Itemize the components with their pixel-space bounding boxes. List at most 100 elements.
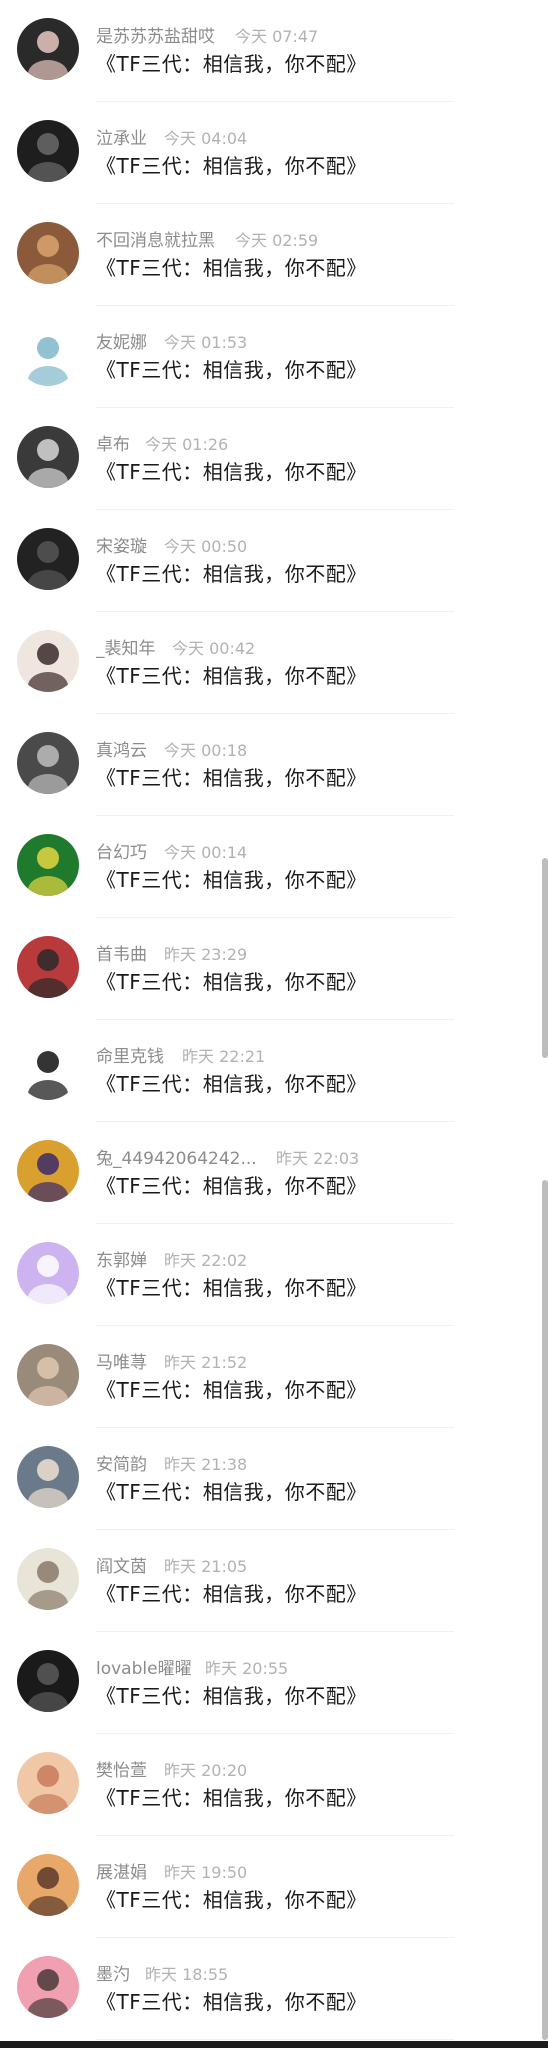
commenter-name[interactable]: 命里克钱 bbox=[96, 1042, 164, 1067]
commenter-name[interactable]: 卓布 bbox=[96, 430, 130, 455]
commenter-name[interactable]: 宋姿璇 bbox=[96, 532, 147, 557]
comment-row[interactable]: 真鸿云 今天 00:18 《TF三代：相信我，你不配》 bbox=[0, 714, 548, 816]
comment-row[interactable]: 樊怡萱 昨天 20:20 《TF三代：相信我，你不配》 bbox=[0, 1734, 548, 1836]
comment-time: 昨天 22:21 bbox=[182, 1047, 266, 1066]
commenter-name[interactable]: 兔_44942064242... bbox=[96, 1144, 257, 1169]
comment-time: 昨天 20:55 bbox=[205, 1659, 289, 1678]
comment-text: 《TF三代：相信我，你不配》 bbox=[96, 1582, 367, 1606]
comment-text: 《TF三代：相信我，你不配》 bbox=[96, 1480, 367, 1504]
comment-text: 《TF三代：相信我，你不配》 bbox=[96, 562, 367, 586]
comment-time: 昨天 22:03 bbox=[276, 1149, 360, 1168]
comment-text: 《TF三代：相信我，你不配》 bbox=[96, 1174, 367, 1198]
comment-row[interactable]: lovable曜曜 昨天 20:55 《TF三代：相信我，你不配》 bbox=[0, 1632, 548, 1734]
avatar[interactable] bbox=[17, 834, 79, 896]
commenter-name[interactable]: 展湛娟 bbox=[96, 1858, 147, 1883]
avatar[interactable] bbox=[17, 120, 79, 182]
commenter-name[interactable]: lovable曜曜 bbox=[96, 1654, 192, 1679]
commenter-name[interactable]: 东郭婵 bbox=[96, 1246, 147, 1271]
avatar[interactable] bbox=[17, 1344, 79, 1406]
commenter-name[interactable]: 真鸿云 bbox=[96, 736, 147, 761]
avatar[interactable] bbox=[17, 936, 79, 998]
divider bbox=[96, 2039, 454, 2040]
comment-row[interactable]: 墨汋 昨天 18:55 《TF三代：相信我，你不配》 bbox=[0, 1938, 548, 2040]
comment-row[interactable]: 泣承业 今天 04:04 《TF三代：相信我，你不配》 bbox=[0, 102, 548, 204]
comment-row[interactable]: 卓布 今天 01:26 《TF三代：相信我，你不配》 bbox=[0, 408, 548, 510]
comment-row[interactable]: 兔_44942064242... 昨天 22:03 《TF三代：相信我，你不配》 bbox=[0, 1122, 548, 1224]
comment-time: 今天 07:47 bbox=[235, 27, 319, 46]
commenter-name[interactable]: 是苏苏苏盐甜哎 bbox=[96, 22, 215, 47]
bottom-edge bbox=[0, 2041, 548, 2048]
commenter-name[interactable]: 友妮娜 bbox=[96, 328, 147, 353]
avatar[interactable] bbox=[17, 1548, 79, 1610]
commenter-name[interactable]: 不回消息就拉黑 bbox=[96, 226, 215, 251]
commenter-name[interactable]: 阎文茵 bbox=[96, 1552, 147, 1577]
comment-time: 昨天 23:29 bbox=[164, 945, 248, 964]
comment-time: 今天 01:53 bbox=[164, 333, 248, 352]
avatar[interactable] bbox=[17, 528, 79, 590]
avatar[interactable] bbox=[17, 1446, 79, 1508]
comment-text: 《TF三代：相信我，你不配》 bbox=[96, 1684, 367, 1708]
comment-row[interactable]: 首韦曲 昨天 23:29 《TF三代：相信我，你不配》 bbox=[0, 918, 548, 1020]
commenter-name[interactable]: 台幻巧 bbox=[96, 838, 147, 863]
avatar[interactable] bbox=[17, 1140, 79, 1202]
comment-text: 《TF三代：相信我，你不配》 bbox=[96, 358, 367, 382]
comment-text: 《TF三代：相信我，你不配》 bbox=[96, 1990, 367, 2014]
commenter-name[interactable]: 安简韵 bbox=[96, 1450, 147, 1475]
comment-text: 《TF三代：相信我，你不配》 bbox=[96, 1378, 367, 1402]
comment-row[interactable]: 安简韵 昨天 21:38 《TF三代：相信我，你不配》 bbox=[0, 1428, 548, 1530]
comment-row[interactable]: 宋姿璇 今天 00:50 《TF三代：相信我，你不配》 bbox=[0, 510, 548, 612]
comment-time: 昨天 22:02 bbox=[164, 1251, 248, 1270]
commenter-name[interactable]: 马唯荨 bbox=[96, 1348, 147, 1373]
comment-time: 今天 00:14 bbox=[164, 843, 248, 862]
comment-time: 昨天 18:55 bbox=[145, 1965, 229, 1984]
avatar[interactable] bbox=[17, 426, 79, 488]
comment-time: 今天 04:04 bbox=[164, 129, 248, 148]
avatar[interactable] bbox=[17, 630, 79, 692]
comment-row[interactable]: 东郭婵 昨天 22:02 《TF三代：相信我，你不配》 bbox=[0, 1224, 548, 1326]
commenter-name[interactable]: 泣承业 bbox=[96, 124, 147, 149]
comment-text: 《TF三代：相信我，你不配》 bbox=[96, 1276, 367, 1300]
comment-row[interactable]: 展湛娟 昨天 19:50 《TF三代：相信我，你不配》 bbox=[0, 1836, 548, 1938]
avatar[interactable] bbox=[17, 1854, 79, 1916]
comment-time: 昨天 21:38 bbox=[164, 1455, 248, 1474]
avatar[interactable] bbox=[17, 222, 79, 284]
avatar[interactable] bbox=[17, 1752, 79, 1814]
scrollbar-upper[interactable] bbox=[542, 858, 548, 1058]
comment-time: 今天 00:50 bbox=[164, 537, 248, 556]
comment-time: 今天 02:59 bbox=[235, 231, 319, 250]
comment-text: 《TF三代：相信我，你不配》 bbox=[96, 970, 367, 994]
comment-text: 《TF三代：相信我，你不配》 bbox=[96, 256, 367, 280]
comment-list[interactable]: 是苏苏苏盐甜哎 今天 07:47 《TF三代：相信我，你不配》 泣承业 今天 04:04… bbox=[0, 0, 548, 2040]
avatar[interactable] bbox=[17, 324, 79, 386]
commenter-name[interactable]: 墨汋 bbox=[96, 1960, 130, 1985]
commenter-name[interactable]: 樊怡萱 bbox=[96, 1756, 147, 1781]
comment-row[interactable]: 台幻巧 今天 00:14 《TF三代：相信我，你不配》 bbox=[0, 816, 548, 918]
comment-text: 《TF三代：相信我，你不配》 bbox=[96, 460, 367, 484]
avatar[interactable] bbox=[17, 1038, 79, 1100]
comment-text: 《TF三代：相信我，你不配》 bbox=[96, 868, 367, 892]
comment-row[interactable]: 是苏苏苏盐甜哎 今天 07:47 《TF三代：相信我，你不配》 bbox=[0, 0, 548, 102]
avatar[interactable] bbox=[17, 1242, 79, 1304]
scrollbar-lower[interactable] bbox=[542, 1180, 548, 2040]
commenter-name[interactable]: 首韦曲 bbox=[96, 940, 147, 965]
comment-text: 《TF三代：相信我，你不配》 bbox=[96, 154, 367, 178]
comment-text: 《TF三代：相信我，你不配》 bbox=[96, 766, 367, 790]
avatar[interactable] bbox=[17, 1956, 79, 2018]
avatar[interactable] bbox=[17, 1650, 79, 1712]
commenter-name[interactable]: _裴知年 bbox=[96, 634, 156, 659]
comment-row[interactable]: 友妮娜 今天 01:53 《TF三代：相信我，你不配》 bbox=[0, 306, 548, 408]
comment-text: 《TF三代：相信我，你不配》 bbox=[96, 664, 367, 688]
comment-row[interactable]: 命里克钱 昨天 22:21 《TF三代：相信我，你不配》 bbox=[0, 1020, 548, 1122]
comment-time: 昨天 21:52 bbox=[164, 1353, 248, 1372]
comment-time: 昨天 20:20 bbox=[164, 1761, 248, 1780]
comment-row[interactable]: _裴知年 今天 00:42 《TF三代：相信我，你不配》 bbox=[0, 612, 548, 714]
comment-text: 《TF三代：相信我，你不配》 bbox=[96, 1888, 367, 1912]
comment-row[interactable]: 不回消息就拉黑 今天 02:59 《TF三代：相信我，你不配》 bbox=[0, 204, 548, 306]
comment-row[interactable]: 马唯荨 昨天 21:52 《TF三代：相信我，你不配》 bbox=[0, 1326, 548, 1428]
comment-row[interactable]: 阎文茵 昨天 21:05 《TF三代：相信我，你不配》 bbox=[0, 1530, 548, 1632]
comment-text: 《TF三代：相信我，你不配》 bbox=[96, 1072, 367, 1096]
comment-time: 今天 00:18 bbox=[164, 741, 248, 760]
comment-time: 昨天 21:05 bbox=[164, 1557, 248, 1576]
avatar[interactable] bbox=[17, 18, 79, 80]
avatar[interactable] bbox=[17, 732, 79, 794]
